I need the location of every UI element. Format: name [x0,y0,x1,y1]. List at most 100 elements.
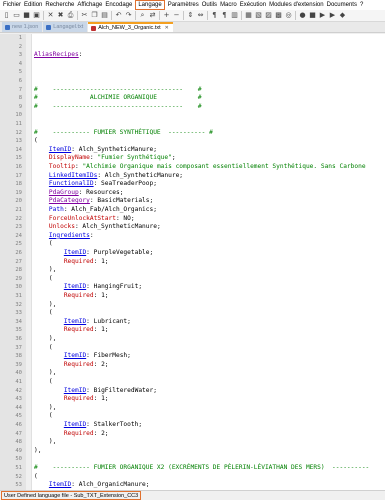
code-editor[interactable]: 1 2 3 AliasRecipes: 4 5 6 7 # ------------------… [0,34,385,490]
copy-icon[interactable]: ❐ [90,11,99,20]
code-line[interactable]: 34 ItemID: Lubricant; [0,318,385,327]
code-line[interactable]: 42 ItemID: BigFilteredWater; [0,387,385,396]
menu-item[interactable]: Edition [24,0,45,10]
menu-item[interactable]: Macro [220,0,240,10]
code-line[interactable]: 13 ( [0,137,385,146]
close-all-icon[interactable]: ✖ [56,11,65,20]
menu-item[interactable]: Recherche [45,0,77,10]
code-line[interactable]: 4 [0,60,385,69]
run-macro-icon[interactable]: ▶ [328,11,337,20]
menu-item[interactable]: Paramètres [168,0,202,10]
code-line[interactable]: 22 ForceUnlockAtStart: NO; [0,215,385,224]
replace-icon[interactable]: ⇄ [148,11,157,20]
code-line[interactable]: 28 ), [0,266,385,275]
code-line[interactable]: 43 Required: 1; [0,395,385,404]
menu-item[interactable]: ? [360,0,366,10]
monitoring-icon[interactable]: ◎ [284,11,293,20]
menu-item[interactable]: Exécution [240,0,269,10]
code-line[interactable]: 24 Ingredients: [0,232,385,241]
save-all-icon[interactable]: ▣ [32,11,41,20]
close-icon[interactable]: ✕ [46,11,55,20]
doc-map-icon[interactable]: ▧ [254,11,263,20]
code-line[interactable]: 40 ), [0,369,385,378]
code-line[interactable]: 6 [0,77,385,86]
code-line[interactable]: 46 ItemID: StalkerTooth; [0,421,385,430]
code-line[interactable]: 29 ( [0,275,385,284]
paste-icon[interactable]: ▤ [100,11,109,20]
code-line[interactable]: 9 # ----------------------------------- # [0,103,385,112]
code-line[interactable]: 51 # ---------- FUMIER ORGANIQUE X2 (EXCR… [0,464,385,473]
code-line[interactable]: 20 PdaCategory: BasicMaterials; [0,197,385,206]
code-line[interactable]: 31 Required: 1; [0,292,385,301]
code-line[interactable]: 52 ( [0,473,385,482]
play-macro-icon[interactable]: ▶ [318,11,327,20]
code-line[interactable]: 44 ), [0,404,385,413]
close-tab-icon[interactable]: ✕ [165,24,169,32]
code-line[interactable]: 2 [0,43,385,52]
code-line[interactable]: 36 ), [0,335,385,344]
code-line[interactable]: 18 FunctionalID: SeaTreaderPoop; [0,180,385,189]
code-line[interactable]: 33 ( [0,309,385,318]
open-file-icon[interactable]: ▭ [12,11,21,20]
code-line[interactable]: 25 ( [0,240,385,249]
code-line[interactable]: 17 LinkedItemIDs: Alch_SyntheticManure; [0,172,385,181]
word-wrap-icon[interactable]: ¶ [210,11,219,20]
code-line[interactable]: 45 ( [0,412,385,421]
code-line[interactable]: 15 DisplayName: "Fumier Synthétique"; [0,154,385,163]
print-icon[interactable]: ⎙ [66,11,75,20]
code-line[interactable]: 39 Required: 2; [0,361,385,370]
code-line[interactable]: 19 PdaGroup: Resources; [0,189,385,198]
code-line[interactable]: 12 # ---------- FUMIER SYNTHÉTIQUE ------… [0,129,385,138]
code-line[interactable]: 30 ItemID: HangingFruit; [0,283,385,292]
undo-icon[interactable]: ↶ [114,11,123,20]
code-line[interactable]: 23 Unlocks: Alch_SyntheticManure; [0,223,385,232]
menu-item[interactable]: Documents [327,0,360,10]
code-line[interactable]: 21 Path: Alch_Fab/Alch_Organics; [0,206,385,215]
code-line[interactable]: 35 Required: 1; [0,326,385,335]
code-line[interactable]: 48 ), [0,438,385,447]
zoom-out-icon[interactable]: − [172,11,181,20]
menu-item[interactable]: Outils [202,0,220,10]
record-macro-icon[interactable]: ● [298,11,307,20]
code-line[interactable]: 16 Tooltip: "Alchimie Organique mais com… [0,163,385,172]
stop-macro-icon[interactable]: ■ [308,11,317,20]
code-line[interactable]: 37 ( [0,344,385,353]
code-line[interactable]: 32 ), [0,301,385,310]
code-line[interactable]: 26 ItemID: PurpleVegetable; [0,249,385,258]
code-line[interactable]: 38 ItemID: FiberMesh; [0,352,385,361]
language-icon[interactable]: ▦ [244,11,253,20]
menu-item[interactable]: Encodage [105,0,135,10]
find-icon[interactable]: ⌕ [138,11,147,20]
code-line[interactable]: 1 [0,34,385,43]
indent-guide-icon[interactable]: ▥ [230,11,239,20]
zoom-in-icon[interactable]: + [162,11,171,20]
code-line[interactable]: 8 # ALCHIMIE ORGANIQUE # [0,94,385,103]
show-all-chars-icon[interactable]: ¶ [220,11,229,20]
tab-1[interactable]: Langagel.txt [43,22,88,32]
tab-0[interactable]: new 1.json [2,22,43,32]
menu-item[interactable]: Affichage [77,0,105,10]
code-line[interactable]: 10 [0,111,385,120]
sync-vertical-icon[interactable]: ⇕ [186,11,195,20]
code-line[interactable]: 3 AliasRecipes: [0,51,385,60]
folder-workspace-icon[interactable]: ▩ [274,11,283,20]
save-icon[interactable]: ■ [22,11,31,20]
cut-icon[interactable]: ✂ [80,11,89,20]
menu-item[interactable]: Langage [135,0,165,10]
code-line[interactable]: 7 # ----------------------------------- # [0,86,385,95]
save-macro-icon[interactable]: ◆ [338,11,347,20]
menu-item[interactable]: Fichier [3,0,24,10]
menu-item[interactable]: Modules d'extension [269,0,327,10]
code-line[interactable]: 11 [0,120,385,129]
code-line[interactable]: 50 [0,455,385,464]
new-file-icon[interactable]: ▯ [2,11,11,20]
code-line[interactable]: 47 Required: 2; [0,430,385,439]
code-line[interactable]: 41 ( [0,378,385,387]
code-line[interactable]: 5 [0,68,385,77]
tab-2[interactable]: Alch_NEW_3_Organic.txt ✕ [88,22,173,32]
sync-horizontal-icon[interactable]: ⇔ [196,11,205,20]
code-line[interactable]: 53 ItemID: Alch_OrganicManure; [0,481,385,490]
code-line[interactable]: 27 Required: 1; [0,258,385,267]
function-list-icon[interactable]: ▨ [264,11,273,20]
code-line[interactable]: 49), [0,447,385,456]
